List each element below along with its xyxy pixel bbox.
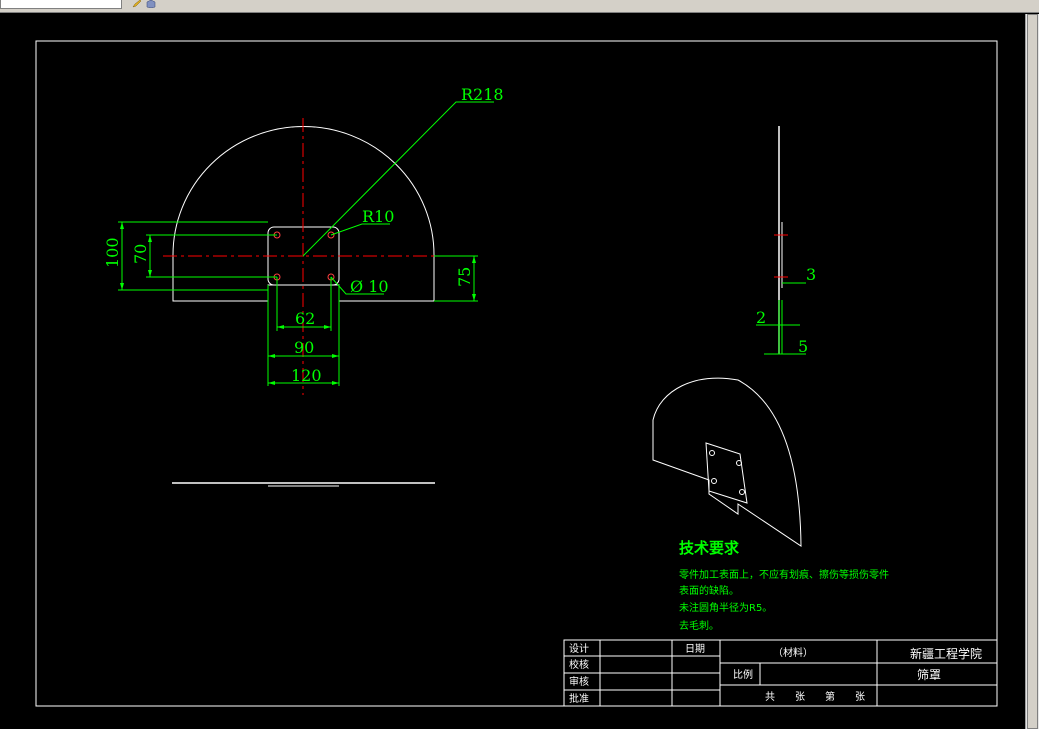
isometric-view xyxy=(652,377,802,547)
tb-date: 日期 xyxy=(685,643,705,655)
tb-approve: 批准 xyxy=(569,692,589,705)
dim-70: 70 xyxy=(131,244,150,264)
scrollbar-thumb[interactable] xyxy=(1027,14,1038,729)
tech-title: 技术要求 xyxy=(679,539,740,557)
dim-62: 62 xyxy=(295,309,315,328)
tech-requirements: 技术要求 零件加工表面上，不应有划痕、擦伤等损伤零件 表面的缺陷。 未注圆角半径… xyxy=(679,539,889,632)
dim-side-2: 2 xyxy=(756,308,766,327)
tech-line-3: 未注圆角半径为R5。 xyxy=(679,601,772,614)
dim-hole: Ø 10 xyxy=(350,277,389,296)
tb-school: 新疆工程学院 xyxy=(910,646,982,661)
tb-part-name: 筛罩 xyxy=(917,667,941,682)
side-view xyxy=(774,126,788,354)
tb-review: 审核 xyxy=(569,675,589,688)
dim-120: 120 xyxy=(291,366,322,385)
tb-design: 设计 xyxy=(569,642,589,655)
top-view xyxy=(172,482,435,487)
tech-line-1: 零件加工表面上，不应有划痕、擦伤等损伤零件 xyxy=(679,568,889,581)
cad-drawing: R218 R10 Ø 10 100 70 75 62 90 120 3 2 5 xyxy=(35,40,998,707)
vertical-scrollbar[interactable] xyxy=(1025,14,1039,729)
dim-r218: R218 xyxy=(461,85,504,104)
tech-line-4: 去毛刺。 xyxy=(679,620,719,632)
side-dim-labels: 3 2 5 xyxy=(756,265,816,356)
tb-proof: 校核 xyxy=(569,658,589,671)
tb-material: （材料） xyxy=(773,646,813,659)
drawing-frame xyxy=(35,40,998,707)
dim-r10: R10 xyxy=(362,207,394,226)
dim-75: 75 xyxy=(455,267,474,287)
dim-90: 90 xyxy=(294,338,314,357)
dim-side-3: 3 xyxy=(806,265,816,284)
tb-scale: 比例 xyxy=(733,668,753,681)
dim-side-5: 5 xyxy=(798,337,808,356)
tech-line-2: 表面的缺陷。 xyxy=(679,584,739,597)
dim-100: 100 xyxy=(103,237,122,268)
tb-sheets: 共 张 第 张 xyxy=(765,690,865,703)
